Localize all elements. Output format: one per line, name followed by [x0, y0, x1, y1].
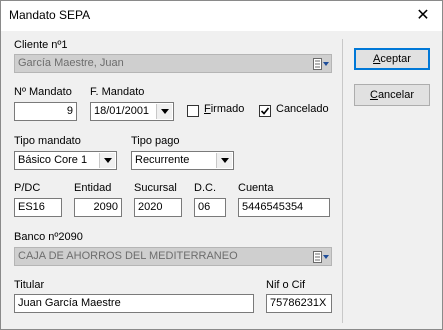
- tipo-mandato-value: Básico Core 1: [18, 154, 88, 166]
- dc-label: D.C.: [194, 182, 216, 194]
- cancel-button[interactable]: Cancelar: [354, 84, 430, 106]
- cancelado-label: Cancelado: [276, 103, 329, 115]
- firmado-label: Firmado: [204, 103, 245, 115]
- lookup-list-icon[interactable]: [312, 55, 330, 72]
- fecha-mandato-select[interactable]: 18/01/2001: [90, 102, 174, 121]
- cuenta-input[interactable]: 5446545354: [238, 198, 330, 217]
- fecha-mandato-label: F. Mandato: [90, 86, 145, 98]
- chevron-down-icon[interactable]: [99, 153, 115, 168]
- close-icon[interactable]: ✕: [412, 5, 434, 27]
- sucursal-label: Sucursal: [134, 182, 177, 194]
- titular-label: Titular: [14, 279, 45, 291]
- tipo-pago-value: Recurrente: [135, 154, 190, 166]
- tipo-mandato-select[interactable]: Básico Core 1: [14, 151, 117, 170]
- checkmark-icon: [260, 107, 270, 115]
- button-panel-separator: [342, 39, 343, 323]
- numero-mandato-input[interactable]: 9: [14, 102, 77, 121]
- window-title: Mandato SEPA: [9, 8, 91, 22]
- entidad-label: Entidad: [74, 182, 112, 194]
- cliente-value: García Maestre, Juan: [18, 57, 124, 69]
- pdc-label: P/DC: [14, 182, 41, 194]
- banco-value: CAJA DE AHORROS DEL MEDITERRANEO: [18, 250, 238, 262]
- tipo-pago-label: Tipo pago: [131, 135, 180, 147]
- nif-label: Nif o Cif: [266, 279, 306, 291]
- chevron-down-icon[interactable]: [216, 153, 232, 168]
- entidad-input[interactable]: 2090: [74, 198, 122, 217]
- tipo-pago-select[interactable]: Recurrente: [131, 151, 234, 170]
- title-bar: Mandato SEPA ✕: [1, 1, 442, 31]
- pdc-input[interactable]: ES16: [14, 198, 62, 217]
- lookup-list-icon[interactable]: [312, 248, 330, 265]
- titular-input[interactable]: Juan García Maestre: [14, 294, 254, 313]
- banco-field[interactable]: CAJA DE AHORROS DEL MEDITERRANEO: [14, 247, 332, 266]
- banco-label: Banco nº2090: [14, 231, 83, 243]
- nif-input[interactable]: 75786231X: [266, 294, 332, 313]
- cliente-label: Cliente nº1: [14, 39, 68, 51]
- cancelado-checkbox[interactable]: [259, 105, 271, 117]
- cuenta-label: Cuenta: [238, 182, 274, 194]
- dialog-window: Mandato SEPA ✕ Cliente nº1 García Maestr…: [0, 0, 443, 330]
- numero-mandato-label: Nº Mandato: [14, 86, 72, 98]
- sucursal-input[interactable]: 2020: [134, 198, 182, 217]
- chevron-down-icon[interactable]: [156, 104, 172, 119]
- dc-input[interactable]: 06: [194, 198, 226, 217]
- accept-button[interactable]: Aceptar: [354, 48, 430, 70]
- firmado-checkbox[interactable]: [187, 105, 199, 117]
- tipo-mandato-label: Tipo mandato: [14, 135, 81, 147]
- cliente-field[interactable]: García Maestre, Juan: [14, 54, 332, 73]
- fecha-mandato-value: 18/01/2001: [94, 105, 150, 117]
